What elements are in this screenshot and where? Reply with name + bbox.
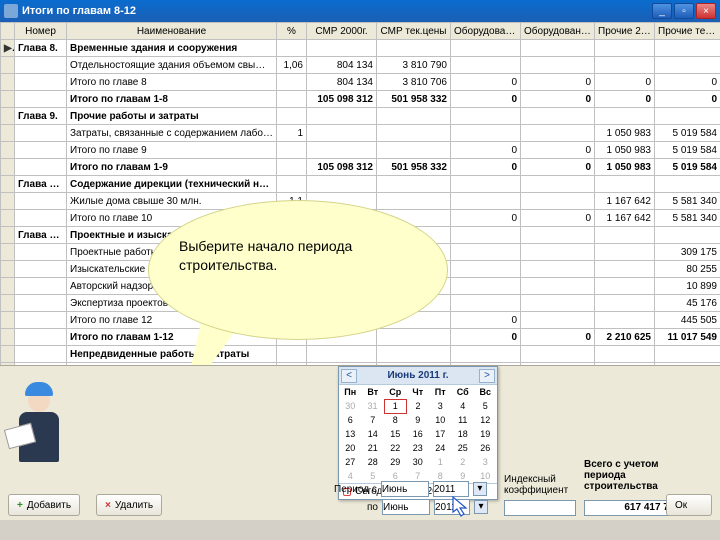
table-row[interactable]: Итого по главе 9001 050 9835 019 584 [1, 142, 720, 159]
ok-button-label: Ок [675, 500, 687, 511]
table-row[interactable]: Затраты, связанные с содержанием лаборат… [1, 125, 720, 142]
calendar-day[interactable]: 28 [362, 455, 385, 469]
calendar-day[interactable]: 26 [474, 441, 497, 455]
calendar-day[interactable]: 22 [384, 441, 407, 455]
calendar-day[interactable]: 4 [452, 399, 475, 413]
calendar-day[interactable]: 8 [384, 413, 407, 427]
calendar-day[interactable]: 14 [362, 427, 385, 441]
calendar-day[interactable]: 3 [429, 399, 452, 413]
table-row[interactable]: Непредвиденные работы и затраты [1, 346, 720, 363]
prev-month-button[interactable]: < [341, 369, 357, 383]
calendar-grid[interactable]: ПнВтСрЧтПтСбВс 3031123456789101112131415… [339, 385, 497, 483]
next-month-button[interactable]: > [479, 369, 495, 383]
calendar-day[interactable]: 3 [474, 455, 497, 469]
calendar-day[interactable]: 2 [452, 455, 475, 469]
plus-icon: + [17, 500, 23, 511]
period-to-month[interactable] [382, 499, 430, 515]
calendar-title[interactable]: Июнь 2011 г. [387, 370, 448, 381]
dropdown-icon[interactable]: ▾ [474, 500, 488, 514]
window-title: Итоги по главам 8-12 [22, 5, 650, 17]
period-to-label: по [334, 502, 378, 513]
col-other-cur: Прочие тек.цены [655, 23, 720, 40]
calendar-day[interactable]: 11 [452, 413, 475, 427]
table-row[interactable]: Итого по главам 1-9105 098 312501 958 33… [1, 159, 720, 176]
table-row[interactable]: Глава 10.Содержание дирекции (технически… [1, 176, 720, 193]
app-icon [4, 4, 18, 18]
close-button[interactable]: × [696, 3, 716, 19]
table-row[interactable]: Итого по главе 8804 1343 810 7060000 [1, 74, 720, 91]
col-smr2000: СМР 2000г. [307, 23, 377, 40]
calendar-day[interactable]: 15 [384, 427, 407, 441]
ok-button[interactable]: Ок [666, 494, 712, 516]
remove-button-label: Удалить [115, 500, 153, 511]
table-row[interactable]: Отдельностоящие здания объемом свыше 50т… [1, 57, 720, 74]
calendar-day[interactable]: 23 [407, 441, 430, 455]
index-coefficient-label: Индексный коэффициент [504, 474, 584, 496]
add-button-label: Добавить [27, 500, 71, 511]
calendar-day[interactable]: 2 [407, 399, 430, 413]
calendar-day[interactable]: 12 [474, 413, 497, 427]
calendar-day[interactable]: 30 [339, 399, 362, 413]
col-equip2000: Оборудование 2000г. [451, 23, 521, 40]
calendar-day[interactable]: 1 [384, 399, 407, 413]
calendar-day[interactable]: 19 [474, 427, 497, 441]
calendar-day[interactable]: 7 [362, 413, 385, 427]
period-from-label: Период с [334, 484, 377, 495]
calendar-day[interactable]: 24 [429, 441, 452, 455]
calendar-day[interactable]: 16 [407, 427, 430, 441]
total-label: Всего с учетом периода строительства [584, 459, 694, 492]
calendar-day[interactable]: 18 [452, 427, 475, 441]
calendar-day[interactable]: 13 [339, 427, 362, 441]
calendar-day[interactable]: 21 [362, 441, 385, 455]
calendar-day[interactable]: 9 [407, 413, 430, 427]
calendar-day[interactable]: 10 [429, 413, 452, 427]
calendar-day[interactable]: 20 [339, 441, 362, 455]
col-percent: % [277, 23, 307, 40]
calendar-day[interactable]: 1 [429, 455, 452, 469]
remove-button[interactable]: × Удалить [96, 494, 162, 516]
calendar-day[interactable]: 6 [339, 413, 362, 427]
calendar-day[interactable]: 27 [339, 455, 362, 469]
table-row[interactable]: Итого по главам 1-8105 098 312501 958 33… [1, 91, 720, 108]
x-icon: × [105, 500, 111, 511]
maximize-button[interactable]: ▫ [674, 3, 694, 19]
hint-callout: Выберите начало периода строительства. [148, 200, 448, 340]
window-titlebar: Итоги по главам 8-12 _ ▫ × [0, 0, 720, 22]
period-from-month[interactable] [381, 481, 429, 497]
col-name: Наименование [67, 23, 277, 40]
table-row[interactable]: Глава 9.Прочие работы и затраты [1, 108, 720, 125]
calendar-day[interactable]: 5 [474, 399, 497, 413]
calendar-day[interactable]: 31 [362, 399, 385, 413]
calendar-day[interactable]: 17 [429, 427, 452, 441]
index-coefficient-input[interactable] [504, 500, 576, 516]
dropdown-icon[interactable]: ▾ [473, 482, 487, 496]
col-smr-cur: СМР тек.цены [377, 23, 451, 40]
col-number: Номер [15, 23, 67, 40]
minimize-button[interactable]: _ [652, 3, 672, 19]
table-row[interactable]: ▶Глава 8.Временные здания и сооружения [1, 40, 720, 57]
calendar-day[interactable]: 30 [407, 455, 430, 469]
mouse-cursor-icon [452, 496, 470, 518]
add-button[interactable]: + Добавить [8, 494, 80, 516]
col-equip-cur: Оборудование тек.цены [521, 23, 595, 40]
col-other2000: Прочие 2000г. [595, 23, 655, 40]
hint-text: Выберите начало периода строительства. [179, 237, 417, 275]
bottom-panel: + Добавить × Удалить < Июнь 2011 г. > Пн… [0, 365, 720, 520]
period-from-year[interactable] [433, 481, 469, 497]
calendar-day[interactable]: 25 [452, 441, 475, 455]
calendar-day[interactable]: 29 [384, 455, 407, 469]
assistant-avatar [8, 378, 70, 468]
table-header-row: Номер Наименование % СМР 2000г. СМР тек.… [1, 23, 720, 40]
